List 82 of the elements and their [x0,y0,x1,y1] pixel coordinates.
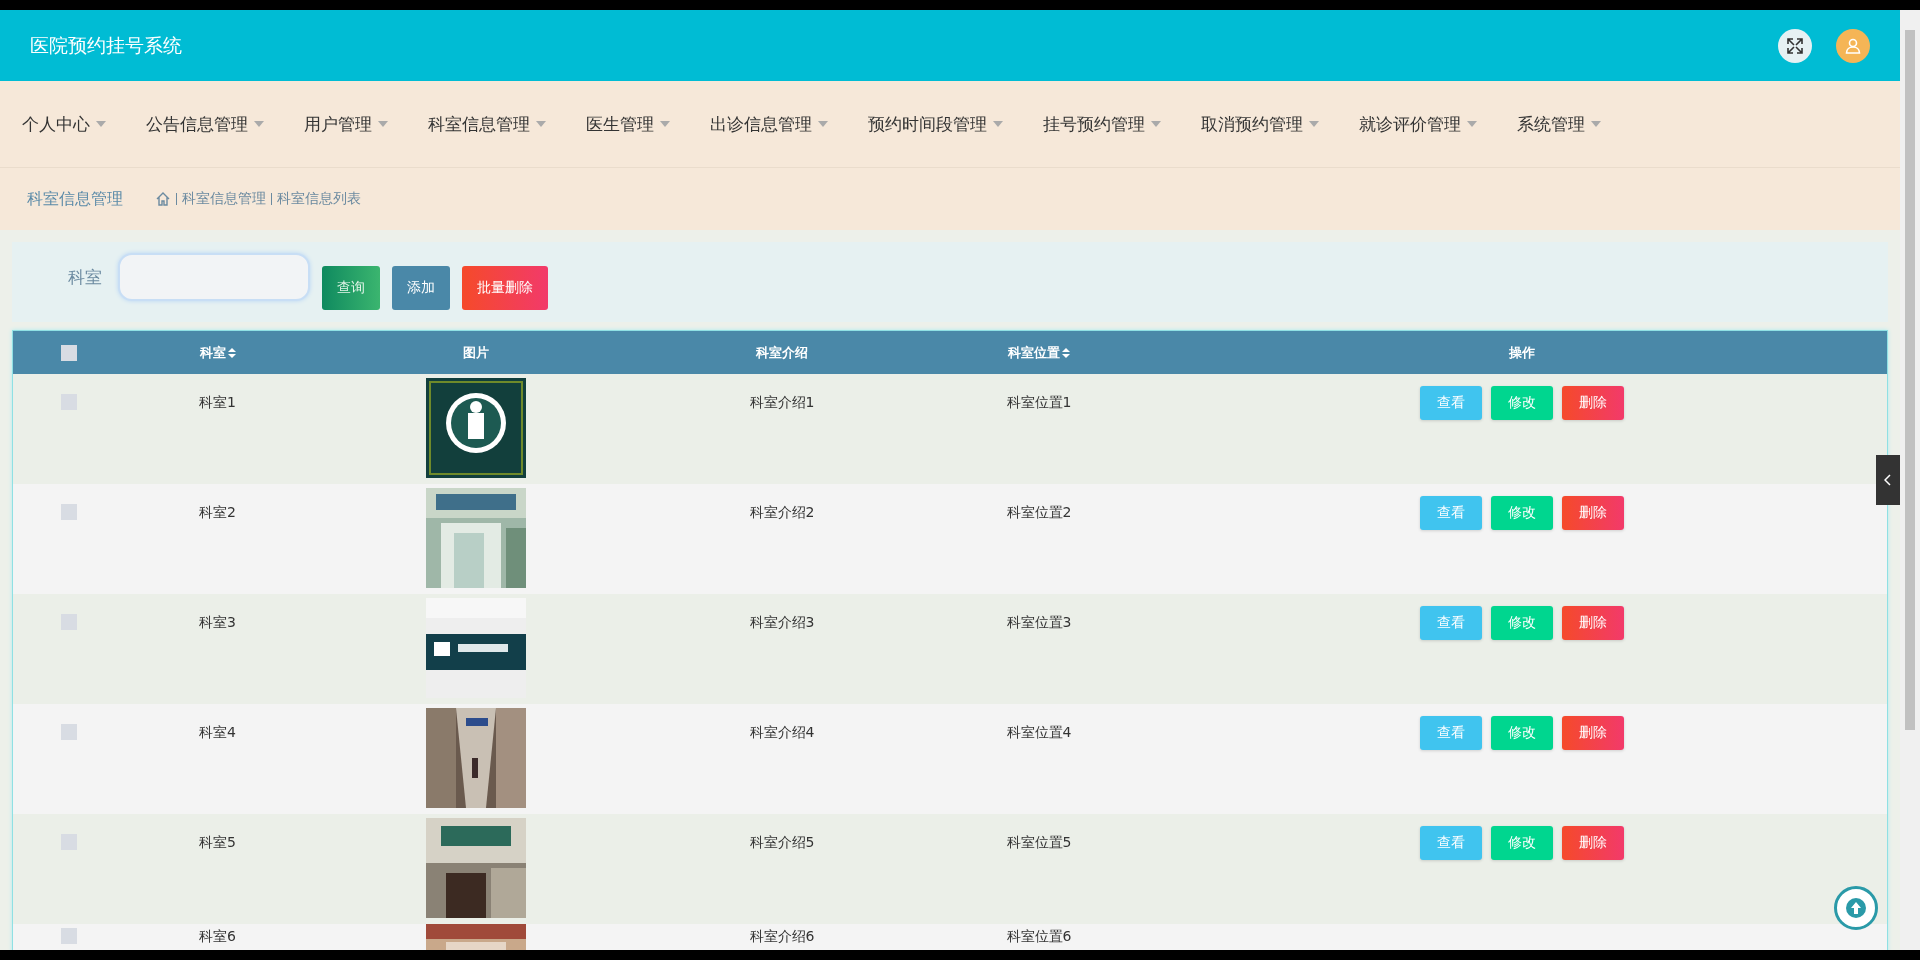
table-cell: 科室5 [199,834,236,852]
column-header: 操作 [1508,343,1535,362]
app-title: 医院预约挂号系统 [30,32,183,58]
menu-item[interactable]: 个人中心 [22,112,106,136]
table-cell: 科室位置6 [1006,928,1072,946]
delete-button[interactable]: 批量删除 [462,266,548,310]
field-label: 科室 [68,265,102,289]
fullscreen-icon[interactable] [1778,28,1812,63]
menu-item[interactable]: 公告信息管理 [146,112,264,136]
menu-item[interactable]: 科室信息管理 [428,112,546,136]
user-avatar-icon[interactable] [1836,28,1870,63]
table-cell: 科室位置4 [1006,724,1072,742]
home-icon[interactable] [155,191,171,207]
menu-item[interactable]: 用户管理 [304,112,388,136]
checkbox[interactable] [61,928,77,944]
checkbox[interactable] [61,344,77,361]
delete-button[interactable]: 删除 [1561,386,1624,420]
edit-button[interactable]: 修改 [1490,826,1553,860]
table-cell: 科室位置1 [1006,394,1072,412]
sort-icon[interactable] [227,347,236,358]
view-button[interactable]: 查看 [1419,496,1482,530]
caret-icon [993,121,1003,127]
menu-item[interactable]: 出诊信息管理 [710,112,828,136]
caret-icon [1467,121,1477,127]
edit-button[interactable]: 修改 [1490,606,1553,640]
checkbox[interactable] [61,724,77,740]
view-button[interactable]: 查看 [1419,386,1482,420]
view-button[interactable]: 查看 [1419,606,1482,640]
menu-item[interactable]: 预约时间段管理 [868,112,1003,136]
search-button[interactable]: 查询 [322,266,380,310]
column-header: 图片 [463,343,489,362]
caret-icon [1151,121,1161,127]
delete-button[interactable]: 删除 [1561,496,1624,530]
edit-button[interactable]: 修改 [1490,386,1553,420]
breadcrumb-link[interactable]: 科室信息管理 [182,190,266,208]
menu-item[interactable]: 挂号预约管理 [1043,112,1161,136]
table-cell: 科室3 [199,614,236,632]
menu-item[interactable]: 医生管理 [586,112,670,136]
caret-icon [254,121,264,127]
delete-button[interactable]: 删除 [1561,826,1624,860]
table-cell: 科室介绍6 [749,928,815,946]
column-header[interactable]: 科室 [199,343,226,362]
table-cell: 科室4 [199,724,236,742]
edit-button[interactable]: 修改 [1490,716,1553,750]
add-button[interactable]: 添加 [392,266,450,310]
delete-button[interactable]: 删除 [1561,716,1624,750]
sort-icon[interactable] [1062,347,1070,358]
view-button[interactable]: 查看 [1419,826,1482,860]
caret-icon [96,121,106,127]
table-cell: 科室介绍2 [749,504,815,522]
table-cell: 科室介绍3 [749,614,815,632]
arrow-up-icon [1845,897,1867,919]
caret-icon [660,121,670,127]
delete-button[interactable]: 删除 [1561,606,1624,640]
menu-item[interactable]: 系统管理 [1517,112,1601,136]
view-button[interactable]: 查看 [1419,716,1482,750]
column-header[interactable]: 科室位置 [1008,343,1060,362]
menu-item[interactable]: 就诊评价管理 [1359,112,1477,136]
table-cell: 科室位置3 [1006,614,1072,632]
search-field[interactable] [118,253,310,301]
side-panel-toggle[interactable] [1876,455,1900,505]
caret-icon [1309,121,1319,127]
breadcrumb-link[interactable]: 科室信息列表 [277,190,361,208]
table-cell: 科室2 [199,504,236,522]
table-cell: 科室位置2 [1006,504,1072,522]
caret-icon [378,121,388,127]
table-cell: 科室6 [199,928,236,946]
caret-icon [818,121,828,127]
table-cell: 科室1 [199,394,236,412]
column-header: 科室介绍 [756,343,808,362]
chevron-left-icon [1884,474,1892,486]
caret-icon [1591,121,1601,127]
table-cell: 科室介绍4 [749,724,815,742]
scrollbar-thumb[interactable] [1905,30,1915,730]
table-cell: 科室位置5 [1006,834,1072,852]
menu-item[interactable]: 取消预约管理 [1201,112,1319,136]
table-cell: 科室介绍5 [749,834,815,852]
page-title: 科室信息管理 [27,188,123,210]
caret-icon [536,121,546,127]
checkbox[interactable] [61,504,77,520]
table-cell: 科室介绍1 [749,394,815,412]
edit-button[interactable]: 修改 [1490,496,1553,530]
